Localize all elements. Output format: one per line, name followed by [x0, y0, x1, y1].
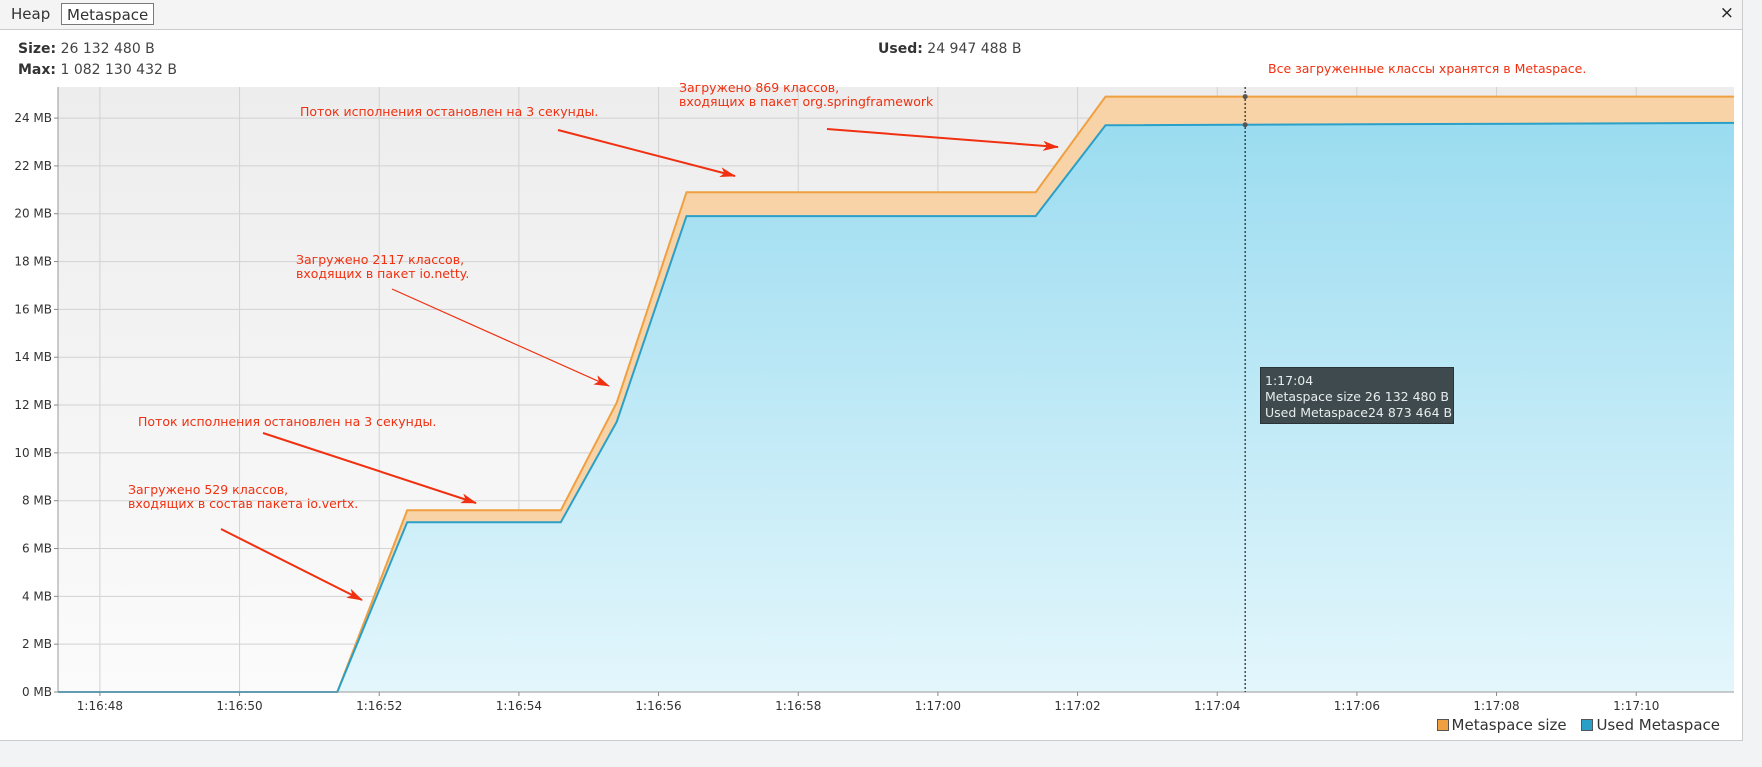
tooltip-row-size: Metaspace size 26 132 480 B	[1265, 389, 1449, 405]
y-tick-label: 22 MB	[14, 159, 52, 173]
annotation-springframework-line1: Загружено 869 классов,	[679, 80, 839, 95]
tooltip-size-name: Metaspace size	[1265, 389, 1361, 404]
tooltip-row-used: Used Metaspace 24 873 464 B	[1265, 405, 1453, 421]
cursor-used-point	[1242, 122, 1248, 128]
x-tick-label: 1:17:10	[1613, 699, 1659, 713]
x-tick-label: 1:16:58	[775, 699, 821, 713]
x-tick-label: 1:16:52	[356, 699, 402, 713]
cursor-size-point	[1242, 94, 1248, 100]
tooltip-time: 1:17:04	[1265, 373, 1314, 388]
legend-used-label: Used Metaspace	[1596, 716, 1720, 734]
y-tick-label: 6 MB	[22, 542, 52, 556]
x-tick-label: 1:16:54	[496, 699, 542, 713]
metaspace-chart[interactable]: 0 MB 2 MB 4 MB 6 MB 8 MB 10 MB 12 MB 14 MB 16 MB…	[0, 0, 1742, 740]
tooltip-used-value: 24 873 464 B	[1367, 405, 1453, 420]
x-tick-label: 1:17:06	[1334, 699, 1380, 713]
legend-item-size[interactable]: Metaspace size	[1436, 716, 1567, 734]
annotation-vertx-line1: Загружено 529 классов,	[128, 482, 288, 497]
y-tick-label: 10 MB	[14, 446, 52, 460]
chart-legend: Metaspace size Used Metaspace	[1427, 716, 1720, 734]
y-tick-label: 20 MB	[14, 207, 52, 221]
annotation-metaspace-note: Все загруженные классы хранятся в Metasp…	[1268, 61, 1586, 76]
annotation-pause-1: Поток исполнения остановлен на 3 секунды…	[300, 104, 598, 119]
x-tick-label: 1:17:00	[915, 699, 961, 713]
y-tick-label: 14 MB	[14, 350, 52, 364]
y-tick-label: 4 MB	[22, 589, 52, 603]
y-tick-label: 8 MB	[22, 494, 52, 508]
annotation-netty-line1: Загружено 2117 классов,	[296, 252, 464, 267]
tooltip-used-name: Used Metaspace	[1265, 405, 1368, 420]
x-tick-label: 1:17:08	[1473, 699, 1519, 713]
x-tick-label: 1:16:56	[635, 699, 681, 713]
legend-size-swatch	[1436, 719, 1449, 731]
y-tick-label: 2 MB	[22, 637, 52, 651]
annotation-netty-line2: входящих в пакет io.netty.	[296, 266, 469, 281]
y-tick-label: 24 MB	[14, 111, 52, 125]
tooltip-size-value: 26 132 480 B	[1364, 389, 1449, 404]
legend-size-label: Metaspace size	[1451, 716, 1567, 734]
legend-used-swatch	[1581, 719, 1594, 731]
metaspace-panel: Heap Metaspace × Size: 26 132 480 B Max:…	[0, 0, 1743, 741]
x-tick-labels: 1:16:48 1:16:50 1:16:52 1:16:54 1:16:56 1:16:…	[77, 692, 1659, 713]
y-tick-label: 18 MB	[14, 255, 52, 269]
y-tick-label: 0 MB	[22, 685, 52, 699]
annotation-vertx-line2: входящих в состав пакета io.vertx.	[128, 496, 358, 511]
cursor-tooltip: 1:17:04 Metaspace size 26 132 480 B Used…	[1260, 367, 1454, 424]
x-tick-label: 1:17:02	[1054, 699, 1100, 713]
y-tick-labels: 0 MB 2 MB 4 MB 6 MB 8 MB 10 MB 12 MB 14 MB 16 MB…	[14, 111, 58, 699]
y-tick-label: 12 MB	[14, 398, 52, 412]
x-tick-label: 1:17:04	[1194, 699, 1240, 713]
x-tick-label: 1:16:50	[216, 699, 262, 713]
x-tick-label: 1:16:48	[77, 699, 123, 713]
annotation-pause-2: Поток исполнения остановлен на 3 секунды…	[138, 414, 436, 429]
legend-item-used[interactable]: Used Metaspace	[1581, 716, 1720, 734]
y-tick-label: 16 MB	[14, 302, 52, 316]
annotation-springframework-line2: входящих в пакет org.springframework	[679, 94, 934, 109]
